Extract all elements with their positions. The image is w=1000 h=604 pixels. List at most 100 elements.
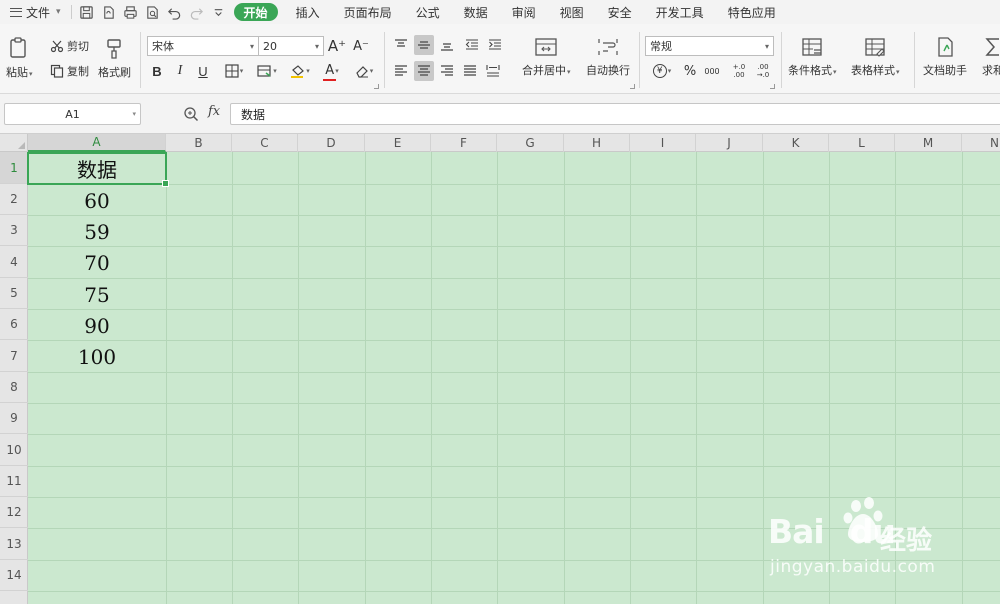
row-header-11[interactable]: 11 [0,466,28,497]
cell-format-button[interactable]: ▾ [252,61,282,81]
column-header-m[interactable]: M [895,134,962,152]
number-dialog-launcher[interactable] [770,84,775,89]
clear-format-button[interactable]: ▾ [350,61,378,81]
column-header-f[interactable]: F [431,134,497,152]
italic-button[interactable]: I [170,61,190,81]
column-header-b[interactable]: B [166,134,232,152]
paste-button[interactable]: 粘贴▾ [6,36,33,80]
row-header-2[interactable]: 2 [0,184,28,215]
align-center-button[interactable] [414,61,434,81]
doc-helper-button[interactable]: 文档助手 [923,36,967,78]
row-header-12[interactable]: 12 [0,497,28,528]
increase-indent-button[interactable] [485,35,505,55]
tab-formulas[interactable]: 公式 [404,0,452,24]
cell-a2[interactable]: 60 [28,185,166,216]
font-color-button[interactable]: A ▾ [318,61,346,81]
justify-button[interactable] [460,61,480,81]
tab-review[interactable]: 审阅 [500,0,548,24]
column-header-l[interactable]: L [829,134,895,152]
export-pdf-icon[interactable] [98,1,120,23]
decrease-indent-button[interactable] [462,35,482,55]
column-header-n[interactable]: N [962,134,1000,152]
cell-a4[interactable]: 70 [28,247,166,278]
number-format-select[interactable]: 常规 ▾ [645,36,774,56]
align-top-button[interactable] [391,35,411,55]
cell-a3[interactable]: 59 [28,216,166,247]
align-middle-button[interactable] [414,35,434,55]
insert-function-button[interactable]: fx [208,104,220,119]
format-painter-button[interactable]: 格式刷 [98,36,131,80]
row-header-9[interactable]: 9 [0,403,28,434]
currency-button[interactable]: ¥ ▾ [647,61,677,81]
percent-button[interactable]: % [680,61,700,81]
tab-home[interactable]: 开始 [233,3,278,21]
autosum-button[interactable]: 求和 [982,36,1000,78]
row-header-8[interactable]: 8 [0,372,28,403]
column-header-k[interactable]: K [763,134,829,152]
row-header-13[interactable]: 13 [0,528,28,560]
row-header-1[interactable]: 1 [0,152,28,184]
row-header-5[interactable]: 5 [0,278,28,309]
cell-a1[interactable]: 数据 [28,153,166,184]
tab-data[interactable]: 数据 [452,0,500,24]
tab-special-apps[interactable]: 特色应用 [716,0,788,24]
column-header-h[interactable]: H [564,134,630,152]
select-all-corner[interactable] [0,134,28,152]
formula-input[interactable]: 数据 [230,103,1000,125]
row-header-7[interactable]: 7 [0,340,28,372]
file-menu[interactable]: 文件 ▾ [0,0,67,24]
underline-button[interactable]: U [193,61,213,81]
name-box[interactable]: A1 ▾ [4,103,141,125]
align-bottom-button[interactable] [437,35,457,55]
alignment-dialog-launcher[interactable] [630,84,635,89]
table-style-button[interactable]: 表格样式▾ [851,36,900,78]
grow-font-button[interactable]: A⁺ [327,36,347,56]
merge-center-button[interactable]: 合并居中▾ [522,36,571,78]
redo-icon[interactable] [186,1,208,23]
column-header-g[interactable]: G [497,134,564,152]
column-header-i[interactable]: I [630,134,696,152]
column-header-d[interactable]: D [298,134,365,152]
shrink-font-button[interactable]: A⁻ [351,36,371,56]
row-header-14[interactable]: 14 [0,560,28,591]
cell-a6[interactable]: 90 [28,310,166,341]
bold-button[interactable]: B [147,61,167,81]
column-header-c[interactable]: C [232,134,298,152]
save-icon[interactable] [76,1,98,23]
align-right-button[interactable] [437,61,457,81]
print-preview-icon[interactable] [142,1,164,23]
font-dialog-launcher[interactable] [374,84,379,89]
distribute-button[interactable] [483,61,503,81]
tab-insert[interactable]: 插入 [284,0,332,24]
wrap-text-button[interactable]: 自动换行 [586,36,630,78]
print-icon[interactable] [120,1,142,23]
column-header-a[interactable]: A [28,134,166,152]
chevron-down-icon: ▾ [249,41,254,51]
zoom-icon[interactable] [183,106,199,122]
customize-toolbar-icon[interactable] [208,1,230,23]
cut-button[interactable]: 剪切 [50,38,89,54]
tab-security[interactable]: 安全 [596,0,644,24]
thousands-separator-button[interactable]: 000 [702,61,722,81]
tab-page-layout[interactable]: 页面布局 [332,0,404,24]
borders-button[interactable]: ▾ [219,61,249,81]
cell-a5[interactable]: 75 [28,279,166,310]
decrease-decimal-button[interactable]: .00 →.0 [752,61,774,81]
font-name-select[interactable]: 宋体 ▾ [147,36,259,56]
font-size-select[interactable]: 20 ▾ [258,36,324,56]
row-header-6[interactable]: 6 [0,309,28,340]
row-header-3[interactable]: 3 [0,215,28,246]
fill-color-button[interactable]: ▾ [285,61,315,81]
copy-button[interactable]: 复制 [50,63,89,79]
row-header-10[interactable]: 10 [0,434,28,466]
conditional-format-button[interactable]: 条件格式▾ [788,36,837,78]
column-header-j[interactable]: J [696,134,763,152]
cell-a7[interactable]: 100 [28,341,166,372]
tab-developer[interactable]: 开发工具 [644,0,716,24]
increase-decimal-button[interactable]: +.0 .00 [728,61,750,81]
align-left-button[interactable] [391,61,411,81]
tab-view[interactable]: 视图 [548,0,596,24]
row-header-4[interactable]: 4 [0,246,28,278]
undo-icon[interactable] [164,1,186,23]
column-header-e[interactable]: E [365,134,431,152]
